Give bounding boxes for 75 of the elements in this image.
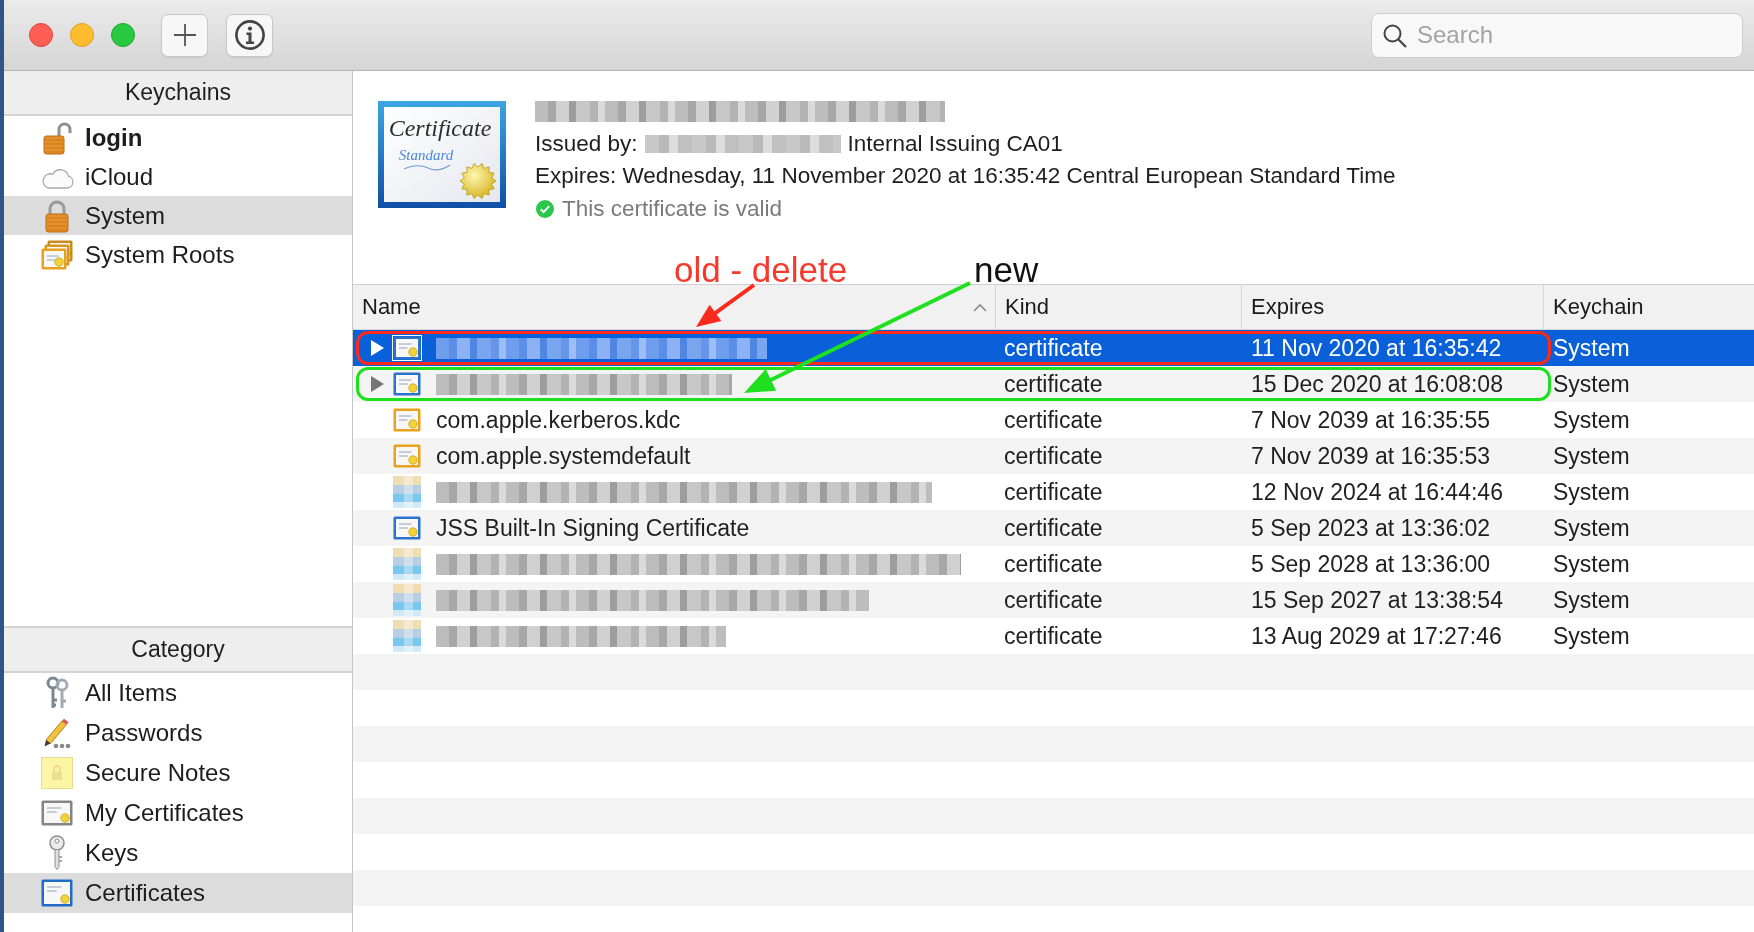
padlock-icon [42, 198, 72, 233]
kind-cell-text: certificate [1003, 370, 1104, 398]
annotation-label: old - delete [674, 252, 848, 287]
certificate-icon [41, 879, 73, 907]
note-icon [41, 757, 73, 789]
keychain-cell-text: System [1552, 478, 1631, 506]
section-header: Category [4, 626, 352, 673]
sidebar-item[interactable]: Keys [4, 833, 352, 873]
expiry-cell-text: 13 Aug 2029 at 17:27:46 [1250, 622, 1503, 650]
issued-by-label: Issued by: [535, 129, 638, 158]
expiry-cell-text: 5 Sep 2023 at 13:36:02 [1250, 514, 1492, 542]
table-row[interactable]: com.apple.systemdefault certificate 7 Nov 2039 at 16:35:53 System [353, 438, 1754, 474]
keychain-cell-text: System [1552, 622, 1631, 650]
sidebar-item[interactable]: System [4, 196, 352, 235]
sidebar-item[interactable]: iCloud [4, 157, 352, 196]
expiry-cell-text: 15 Sep 2027 at 13:38:54 [1250, 586, 1504, 614]
kind-cell-text: certificate [1003, 442, 1104, 470]
search-field[interactable]: Search [1371, 12, 1743, 58]
disclosure-triangle-icon[interactable] [369, 340, 385, 356]
kind-cell-text: certificate [1003, 478, 1104, 506]
keychain-cell-text: System [1552, 370, 1631, 398]
validity-status: This certificate is valid [562, 194, 783, 223]
kind-cell-text: certificate [1003, 514, 1104, 542]
plus-icon [173, 24, 196, 46]
issuer-name: Internal Issuing CA01 [847, 129, 1063, 158]
key-icon [47, 835, 67, 871]
sidebar-item[interactable]: System Roots [4, 235, 352, 274]
expiry-cell-text: 5 Sep 2028 at 13:36:00 [1250, 550, 1492, 578]
chevron-up-icon [973, 302, 987, 312]
keychain-cell-text: System [1552, 514, 1631, 542]
info-icon [234, 20, 265, 50]
sidebar-item[interactable]: login [4, 118, 352, 157]
certificate-stack-icon [41, 239, 73, 270]
keychain-cell-text: System [1552, 442, 1631, 470]
disclosure-triangle-icon[interactable] [369, 376, 385, 392]
certificate-icon: Certificate Standard [378, 101, 506, 208]
expiry-cell-text: 11 Nov 2020 at 16:35:42 [1250, 334, 1503, 362]
keychain-cell-text: System [1552, 406, 1631, 434]
kind-cell-text: certificate [1003, 406, 1104, 434]
expiry-cell-text: 12 Nov 2024 at 16:44:46 [1250, 478, 1504, 506]
kind-cell-text: certificate [1003, 550, 1104, 578]
annotation-label: new [974, 252, 1039, 287]
sidebar-item[interactable]: Secure Notes [4, 753, 352, 793]
keychain-cell-text: System [1552, 334, 1631, 362]
table-row[interactable]: certificate 15 Sep 2027 at 13:38:54 System [353, 582, 1754, 618]
column-header[interactable]: Expires [1242, 285, 1544, 330]
sidebar-item[interactable]: My Certificates [4, 793, 352, 833]
kind-cell-text: certificate [1003, 622, 1104, 650]
kind-cell-text: certificate [1003, 586, 1104, 614]
search-icon [1383, 23, 1407, 48]
zoom-button[interactable] [111, 23, 135, 47]
info-button[interactable] [226, 13, 273, 57]
add-button[interactable] [161, 13, 208, 57]
expiry-cell-text: 7 Nov 2039 at 16:35:55 [1250, 406, 1492, 434]
open-padlock-icon [42, 120, 72, 155]
sidebar-item[interactable]: Certificates [4, 873, 352, 913]
kind-cell-text: certificate [1003, 334, 1104, 362]
pencil-icon [41, 717, 73, 749]
keychain-cell-text: System [1552, 550, 1631, 578]
section-header: Keychains [4, 71, 352, 116]
column-header[interactable]: Keychain [1544, 285, 1754, 330]
column-header[interactable]: Kind [996, 285, 1242, 330]
keychain-cell-text: System [1552, 586, 1631, 614]
certificate-name: com.apple.kerberos.kdc [436, 406, 681, 434]
close-button[interactable] [29, 23, 53, 47]
table-row[interactable]: JSS Built-In Signing Certificate certificate 5 Sep 2023 at 13:36:02 System [353, 510, 1754, 546]
sidebar-item[interactable]: Passwords [4, 713, 352, 753]
column-header[interactable]: Name [353, 285, 996, 330]
certificate-icon [41, 800, 73, 826]
expiry-cell-text: 7 Nov 2039 at 16:35:53 [1250, 442, 1492, 470]
sidebar-item[interactable]: All Items [4, 673, 352, 713]
expiry-text: Expires: Wednesday, 11 November 2020 at 16:35:42 Central European Standard Time [535, 162, 1396, 190]
expiry-cell-text: 15 Dec 2020 at 16:08:08 [1250, 370, 1504, 398]
certificate-name: com.apple.systemdefault [436, 442, 691, 470]
certificate-name: JSS Built-In Signing Certificate [436, 514, 750, 542]
